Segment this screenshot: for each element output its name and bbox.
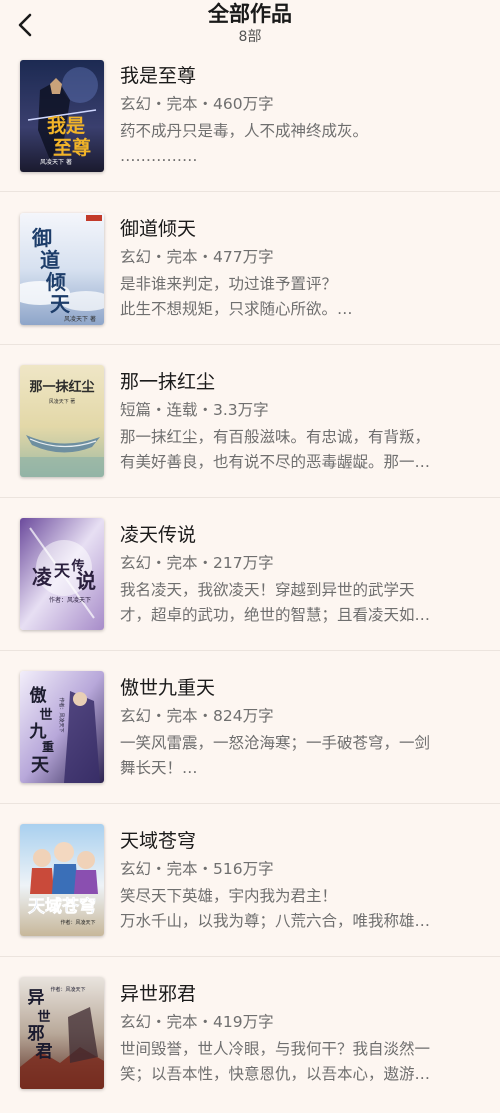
cover-mage-icon: 傲 世 九 重 天 作者：风凌天下: [20, 671, 104, 783]
cover-title-text: 君: [36, 1042, 53, 1062]
book-cover[interactable]: 我是 至尊 风凌天下 著: [20, 60, 104, 172]
cover-author-text: 作者：风凌天下: [58, 697, 65, 732]
book-cover[interactable]: 异 世 邪 君 作者：风凌天下: [20, 977, 104, 1089]
description-line: 才，超卓的武功，绝世的智慧；且看凌天如…: [120, 606, 431, 624]
description-line: 笑；以吾本性，快意恩仇，以吾本心，遨游…: [120, 1065, 431, 1083]
book-description: 世间毁誉，世人冷眼，与我何干？我自淡然一 笑；以吾本性，快意恩仇，以吾本心，遨游…: [120, 1037, 478, 1087]
cover-author-text: 风凌天下 著: [49, 398, 76, 405]
cover-sword-icon: 凌 天 传 说 作者：风凌天下: [20, 518, 104, 630]
page-title: 全部作品: [208, 2, 292, 26]
cover-sky-icon: 御 道 倾 天 风凌天下 著: [20, 213, 104, 325]
book-description: 一笑风雷震，一怒沧海寒；一手破苍穹，一剑 舞长天！…: [120, 731, 478, 781]
book-meta: 玄幻・完本・419万字: [120, 1013, 274, 1031]
book-meta: 玄幻・完本・516万字: [120, 860, 274, 878]
cover-title-text: 我是: [47, 115, 85, 137]
book-cover[interactable]: 傲 世 九 重 天 作者：风凌天下: [20, 671, 104, 783]
book-item[interactable]: 天域苍穹 作者：风凌天下 天域苍穹 玄幻・完本・516万字 笑尽天下英雄，宇内我…: [0, 804, 500, 957]
book-cover[interactable]: 凌 天 传 说 作者：风凌天下: [20, 518, 104, 630]
cover-title-text: 御: [31, 226, 52, 250]
book-title: 我是至尊: [120, 65, 197, 87]
description-line: 一笑风雷震，一怒沧海寒；一手破苍穹，一剑: [120, 734, 431, 752]
book-description: 我名凌天，我欲凌天！穿越到异世的武学天 才，超卓的武功，绝世的智慧；且看凌天如…: [120, 578, 478, 628]
book-info: 我是至尊 玄幻・完本・460万字 药不成丹只是毒，人不成神终成灰。 ……………: [120, 64, 478, 169]
description-line: 药不成丹只是毒，人不成神终成灰。: [120, 122, 369, 140]
book-item[interactable]: 那一抹红尘 风凌天下 著 那一抹红尘 短篇・连载・3.3万字 那一抹红尘，有百般…: [0, 345, 500, 498]
cover-title-text: 邪: [27, 1024, 45, 1044]
cover-title-text: 至尊: [53, 136, 91, 159]
cover-author-text: 风凌天下 著: [40, 158, 72, 166]
book-info: 那一抹红尘 短篇・连载・3.3万字 那一抹红尘，有百般滋味。有忠诚，有背叛， 有…: [120, 370, 478, 475]
book-title: 傲世九重天: [120, 677, 216, 699]
book-item[interactable]: 凌 天 传 说 作者：风凌天下 凌天传说 玄幻・完本・217万字 我名凌天，我欲…: [0, 498, 500, 651]
book-cover[interactable]: 天域苍穹 作者：风凌天下: [20, 824, 104, 936]
description-line: 笑尽天下英雄，宇内我为君主！: [120, 887, 338, 905]
cover-author-text: 作者：风凌天下: [60, 919, 95, 926]
book-description: 是非谁来判定，功过谁予置评？ 此生不想规矩，只求随心所欲。…: [120, 272, 478, 322]
book-cover[interactable]: 御 道 倾 天 风凌天下 著: [20, 213, 104, 325]
cover-title-text: 凌: [32, 565, 53, 589]
cover-title-text: 天: [31, 755, 50, 776]
book-info: 异世邪君 玄幻・完本・419万字 世间毁誉，世人冷眼，与我何干？我自淡然一 笑；…: [120, 982, 478, 1087]
cover-warrior-icon: 我是 至尊 风凌天下 著: [20, 60, 104, 172]
book-cover[interactable]: 那一抹红尘 风凌天下 著: [20, 365, 104, 477]
cover-boat-icon: 那一抹红尘 风凌天下 著: [20, 365, 104, 477]
cover-author-text: 作者：风凌天下: [49, 596, 91, 604]
cover-author-text: 作者：风凌天下: [50, 986, 85, 993]
book-meta: 短篇・连载・3.3万字: [120, 401, 269, 419]
description-line: 那一抹红尘，有百般滋味。有忠诚，有背叛，: [120, 428, 431, 446]
book-item[interactable]: 我是 至尊 风凌天下 著 我是至尊 玄幻・完本・460万字 药不成丹只是毒，人不…: [0, 40, 500, 192]
book-title: 那一抹红尘: [120, 371, 216, 393]
cover-title-text: 倾: [45, 270, 66, 294]
cover-title-text: 重: [42, 739, 54, 754]
cover-title-text: 说: [76, 569, 96, 593]
book-meta: 玄幻・完本・477万字: [120, 248, 274, 266]
book-info: 凌天传说 玄幻・完本・217万字 我名凌天，我欲凌天！穿越到异世的武学天 才，超…: [120, 523, 478, 628]
cover-title-text: 那一抹红尘: [29, 379, 94, 395]
book-description: 药不成丹只是毒，人不成神终成灰。 ……………: [120, 119, 478, 169]
description-line: 此生不想规矩，只求随心所欲。…: [120, 300, 353, 318]
book-meta: 玄幻・完本・217万字: [120, 554, 274, 572]
description-line: 万水千山，以我为尊；八荒六合，唯我称雄…: [120, 912, 431, 930]
cover-title-text: 异: [28, 988, 45, 1008]
book-meta: 玄幻・完本・824万字: [120, 707, 274, 725]
book-item[interactable]: 御 道 倾 天 风凌天下 著 御道倾天 玄幻・完本・477万字 是非谁来判定，功…: [0, 192, 500, 345]
description-line: 舞长天！…: [120, 759, 198, 777]
description-line: 我名凌天，我欲凌天！穿越到异世的武学天: [120, 581, 415, 599]
book-list: 我是 至尊 风凌天下 著 我是至尊 玄幻・完本・460万字 药不成丹只是毒，人不…: [0, 40, 500, 1110]
book-description: 笑尽天下英雄，宇内我为君主！ 万水千山，以我为尊；八荒六合，唯我称雄…: [120, 884, 478, 934]
cover-author-text: 风凌天下 著: [64, 315, 96, 323]
cover-title-text: 天域苍穹: [28, 896, 96, 917]
book-item[interactable]: 傲 世 九 重 天 作者：风凌天下 傲世九重天 玄幻・完本・824万字 一笑风雷…: [0, 651, 500, 804]
cover-title-text: 世: [39, 707, 52, 723]
book-title: 御道倾天: [120, 218, 197, 240]
book-title: 天域苍穹: [120, 830, 197, 852]
description-line: ……………: [120, 147, 198, 165]
book-description: 那一抹红尘，有百般滋味。有忠诚，有背叛， 有美好善良，也有说不尽的恶毒龌龊。那一…: [120, 425, 478, 475]
book-title: 凌天传说: [120, 524, 197, 546]
cover-title-text: 世: [37, 1009, 50, 1025]
book-title: 异世邪君: [120, 983, 197, 1005]
description-line: 世间毁誉，世人冷眼，与我何干？我自淡然一: [120, 1040, 431, 1058]
cover-title-text: 天: [50, 292, 71, 316]
description-line: 有美好善良，也有说不尽的恶毒龌龊。那一…: [120, 453, 431, 471]
cover-title-text: 傲: [30, 685, 48, 706]
cover-title-text: 天: [54, 561, 71, 580]
cover-heroes-icon: 天域苍穹 作者：风凌天下: [20, 824, 104, 936]
book-info: 御道倾天 玄幻・完本・477万字 是非谁来判定，功过谁予置评？ 此生不想规矩，只…: [120, 217, 478, 322]
book-item[interactable]: 异 世 邪 君 作者：风凌天下 异世邪君 玄幻・完本・419万字 世间毁誉，世人…: [0, 957, 500, 1110]
book-info: 傲世九重天 玄幻・完本・824万字 一笑风雷震，一怒沧海寒；一手破苍穹，一剑 舞…: [120, 676, 478, 781]
cover-battle-icon: 异 世 邪 君 作者：风凌天下: [20, 977, 104, 1089]
cover-title-text: 道: [40, 248, 60, 272]
book-meta: 玄幻・完本・460万字: [120, 95, 274, 113]
cover-title-text: 九: [29, 722, 47, 742]
book-info: 天域苍穹 玄幻・完本・516万字 笑尽天下英雄，宇内我为君主！ 万水千山，以我为…: [120, 829, 478, 934]
description-line: 是非谁来判定，功过谁予置评？: [120, 275, 338, 293]
